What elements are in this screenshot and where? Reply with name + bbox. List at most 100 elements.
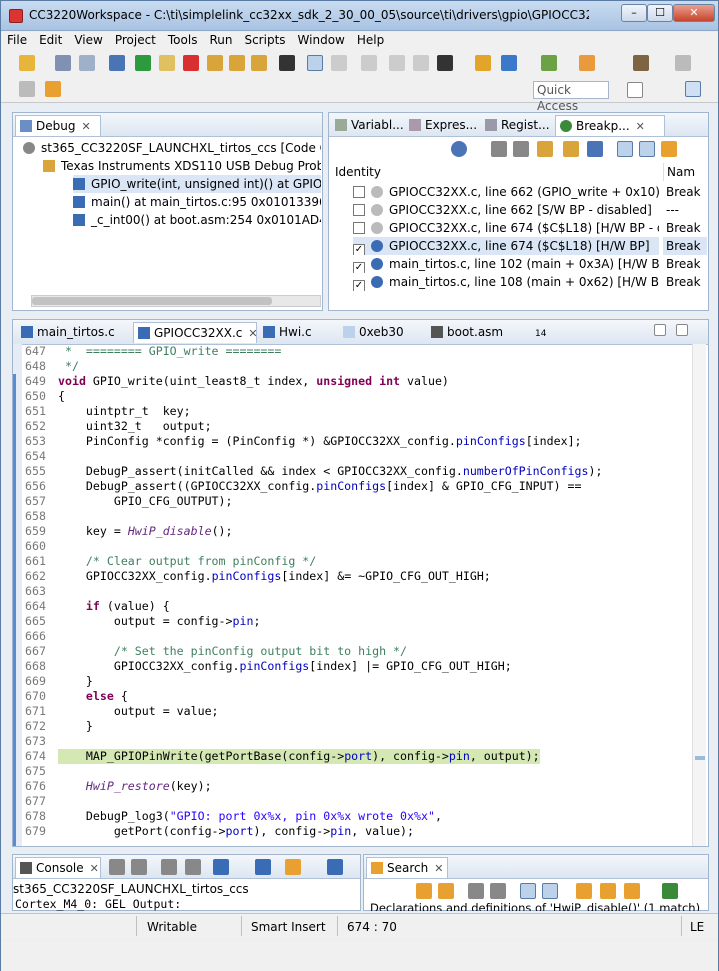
code-line[interactable]: void GPIO_write(uint_least8_t index, uns… (58, 374, 449, 389)
code-line[interactable]: else { (58, 689, 128, 704)
pin-icon[interactable] (45, 81, 61, 97)
horizontal-scrollbar[interactable] (31, 295, 321, 307)
tree-item-frame-gpio[interactable]: GPIO_write(int, unsigned int)() at GPIOC… (73, 175, 321, 193)
resume-icon[interactable] (135, 55, 151, 71)
code-line[interactable]: GPIO_CFG_OUTPUT); (58, 494, 233, 509)
code-line[interactable]: * ======== GPIO_write ======== (58, 344, 281, 359)
breakpoint-checkbox[interactable]: ✓ (353, 280, 365, 291)
breakpoint-checkbox[interactable]: ✓ (353, 244, 365, 255)
close-icon[interactable]: ✕ (434, 859, 443, 879)
search-history-icon[interactable] (624, 883, 640, 899)
tab-registers[interactable]: Regist... (481, 115, 553, 136)
load-icon[interactable] (389, 55, 405, 71)
flash-icon[interactable] (475, 55, 491, 71)
debug-perspective-icon[interactable] (685, 81, 701, 97)
breakpoint-row[interactable]: GPIOCC32XX.c, line 662 [S/W BP - disable… (353, 201, 659, 219)
reset-icon[interactable] (361, 55, 377, 71)
more-tabs[interactable]: 14 (523, 322, 559, 343)
step-over-icon[interactable] (229, 55, 245, 71)
code-line[interactable]: if (value) { (58, 599, 170, 614)
step-into-icon[interactable] (207, 55, 223, 71)
search-tb-icon[interactable] (579, 55, 595, 71)
code-line[interactable]: uint32_t output; (58, 419, 212, 434)
breakpoint-checkbox[interactable] (353, 204, 365, 216)
build-icon[interactable] (633, 55, 649, 71)
debug-config-icon[interactable] (501, 55, 517, 71)
breakpoint-row[interactable]: GPIOCC32XX.c, line 674 ($C$L18) [H/W BP … (353, 219, 659, 237)
skip-all-icon[interactable] (587, 141, 603, 157)
code-line[interactable]: key = HwiP_disable(); (58, 524, 233, 539)
previous-match-icon[interactable] (438, 883, 454, 899)
collapse-all-icon[interactable] (542, 883, 558, 899)
code-line[interactable]: /* Clear output from pinConfig */ (58, 554, 316, 569)
tab-expressions[interactable]: Expres... (405, 115, 477, 136)
code-line[interactable]: DebugP_assert((GPIOCC32XX_config.pinConf… (58, 479, 582, 494)
memory-grid-icon[interactable] (279, 55, 295, 71)
tab-disassembly[interactable]: 0xeb30 (339, 322, 421, 343)
code-line[interactable]: /* Set the pinConfig output bit to high … (58, 644, 407, 659)
save-all-icon[interactable] (79, 55, 95, 71)
tab-gpiocc32xx[interactable]: GPIOCC32XX.c ✕ (133, 322, 258, 344)
menu-run[interactable]: Run (203, 32, 238, 48)
code-area[interactable]: 647 * ======== GPIO_write ======== 648 */… (13, 344, 708, 846)
tab-boot-asm[interactable]: boot.asm (427, 322, 515, 343)
expand-all-icon[interactable] (520, 883, 536, 899)
menu-window[interactable]: Window (292, 32, 351, 48)
close-button[interactable]: ✕ (673, 4, 715, 22)
code-line[interactable]: getPort(config->port), config->pin, valu… (58, 824, 414, 839)
save-icon[interactable] (55, 55, 71, 71)
code-line[interactable]: */ (58, 359, 79, 374)
tab-search[interactable]: Search ✕ (366, 857, 448, 878)
code-line[interactable]: GPIOCC32XX_config.pinConfigs[index] |= G… (58, 659, 512, 674)
rerun-search-icon[interactable] (576, 883, 592, 899)
code-line[interactable]: { (58, 389, 65, 404)
breakpoint-checkbox[interactable]: ✓ (353, 262, 365, 273)
nav-icon[interactable] (675, 55, 691, 71)
close-icon[interactable]: ✕ (90, 859, 99, 879)
debug-view-icon[interactable] (109, 55, 125, 71)
suspend-icon[interactable] (159, 55, 175, 71)
pin-console-icon[interactable] (185, 859, 201, 875)
minimize-button[interactable]: – (621, 4, 647, 22)
cancel-search-icon[interactable] (600, 883, 616, 899)
display-console-icon[interactable] (213, 859, 229, 875)
close-icon[interactable]: ✕ (248, 324, 257, 344)
expand-all-icon[interactable] (617, 141, 633, 157)
link-icon[interactable] (661, 141, 677, 157)
code-line[interactable]: MAP_GPIOPinWrite(getPortBase(config->por… (58, 749, 540, 764)
breakpoint-row[interactable]: GPIOCC32XX.c, line 662 (GPIO_write + 0x1… (353, 183, 659, 201)
column-identity[interactable]: Identity (335, 163, 585, 181)
tab-hwi[interactable]: Hwi.c (259, 322, 333, 343)
minimize-icon[interactable] (654, 324, 666, 336)
remove-breakpoint-icon[interactable] (491, 141, 507, 157)
close-icon[interactable]: ✕ (81, 117, 90, 137)
word-wrap-icon[interactable] (161, 859, 177, 875)
next-match-icon[interactable] (416, 883, 432, 899)
menu-view[interactable]: View (68, 32, 108, 48)
console-menu-icon[interactable] (327, 859, 343, 875)
code-line[interactable]: GPIOCC32XX_config.pinConfigs[index] &= ~… (58, 569, 491, 584)
tab-breakpoints[interactable]: Breakp... ✕ (555, 115, 665, 136)
column-name[interactable]: Nam (663, 163, 703, 181)
maximize-button[interactable]: ☐ (647, 4, 673, 22)
new-icon[interactable] (19, 55, 35, 71)
code-line[interactable]: PinConfig *config = (PinConfig *) &GPIOC… (58, 434, 582, 449)
breakpoint-row[interactable]: ✓ main_tirtos.c, line 108 (main + 0x62) [… (353, 273, 659, 291)
code-line[interactable]: DebugP_log3("GPIO: port 0x%x, pin 0x%x w… (58, 809, 442, 824)
breakpoint-checkbox[interactable] (353, 186, 365, 198)
open-perspective-icon[interactable] (627, 82, 643, 98)
menu-scripts[interactable]: Scripts (238, 32, 291, 48)
terminate-icon[interactable] (183, 55, 199, 71)
code-line[interactable]: output = config->pin; (58, 614, 261, 629)
menu-file[interactable]: File (1, 32, 33, 48)
menu-edit[interactable]: Edit (33, 32, 68, 48)
tab-variables[interactable]: Variabl... (331, 115, 404, 136)
code-line[interactable]: HwiP_restore(key); (58, 779, 212, 794)
chip-icon[interactable] (437, 55, 453, 71)
menu-help[interactable]: Help (351, 32, 390, 48)
remove-match-icon[interactable] (468, 883, 484, 899)
new-console-icon[interactable] (285, 859, 301, 875)
settings-icon[interactable] (541, 55, 557, 71)
code-line[interactable]: DebugP_assert(initCalled && index < GPIO… (58, 464, 603, 479)
breakpoint-row[interactable]: ✓ main_tirtos.c, line 102 (main + 0x3A) [… (353, 255, 659, 273)
